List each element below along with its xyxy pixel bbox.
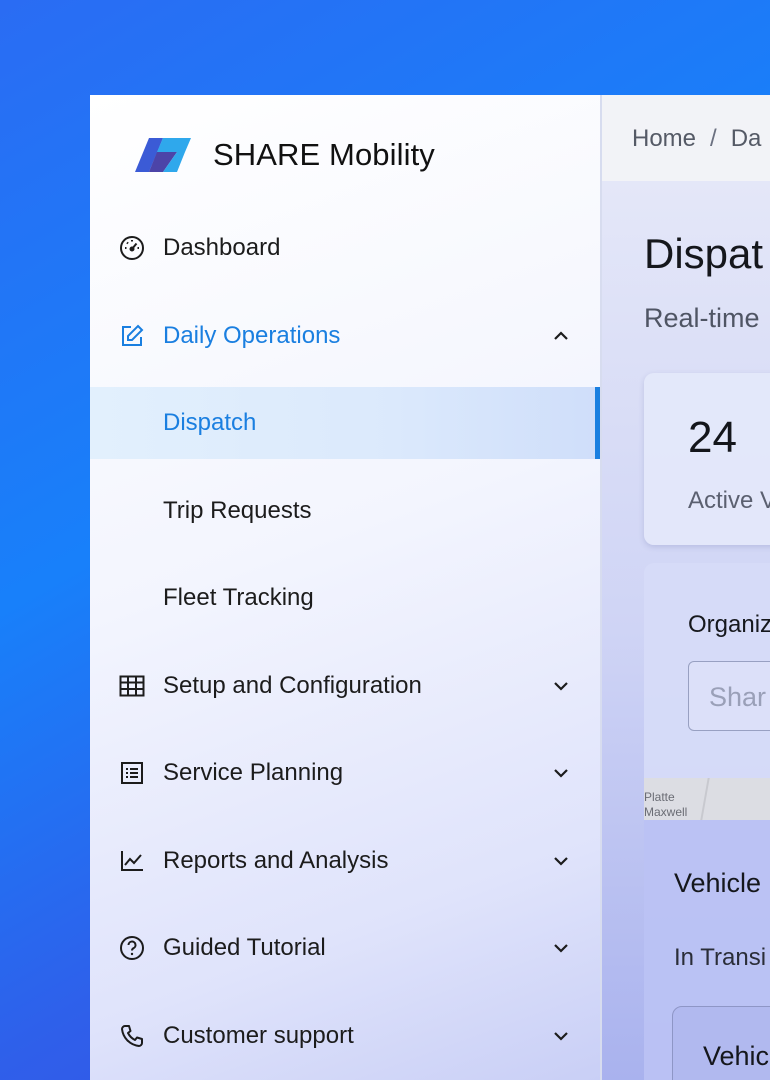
sidebar-item-trip-requests[interactable]: Trip Requests	[90, 475, 600, 547]
sidebar-item-dispatch[interactable]: Dispatch	[90, 387, 600, 459]
chevron-down-icon[interactable]	[550, 937, 572, 959]
sidebar-item-label: Daily Operations	[163, 322, 341, 349]
sidebar-item-label: Trip Requests	[163, 497, 312, 524]
chevron-down-icon[interactable]	[550, 762, 572, 784]
breadcrumb: Home / Da	[632, 125, 761, 153]
page-title: Dispat	[644, 230, 764, 277]
map-road	[700, 778, 710, 820]
sidebar-item-setup-configuration[interactable]: Setup and Configuration	[90, 650, 600, 722]
chevron-up-icon[interactable]	[550, 325, 572, 347]
sidebar-item-fleet-tracking[interactable]: Fleet Tracking	[90, 562, 600, 634]
dashboard-gauge-icon	[118, 234, 146, 262]
sidebar-item-label: Dashboard	[163, 234, 281, 261]
vehicle-card[interactable]: Vehic	[672, 1006, 770, 1080]
sidebar-item-daily-operations[interactable]: Daily Operations	[90, 300, 600, 372]
organization-label: Organiz	[688, 611, 770, 638]
sidebar-item-label: Customer support	[163, 1022, 354, 1049]
stat-card-active-vehicles: 24 Active V	[644, 373, 770, 545]
brand[interactable]: SHARE Mobility	[135, 135, 435, 175]
sidebar-item-reports-analysis[interactable]: Reports and Analysis	[90, 825, 600, 897]
sidebar-item-customer-support[interactable]: Customer support	[90, 1000, 600, 1072]
sidebar: SHARE Mobility Dashboard Daily Operation…	[90, 95, 602, 1080]
breadcrumb-home[interactable]: Home	[632, 125, 696, 152]
sidebar-item-label: Guided Tutorial	[163, 934, 326, 961]
table-grid-icon	[118, 672, 146, 700]
sidebar-item-guided-tutorial[interactable]: Guided Tutorial	[90, 912, 600, 984]
sidebar-item-label: Dispatch	[163, 409, 257, 436]
map-view[interactable]: Platte Maxwell	[644, 778, 770, 820]
map-place-label: Maxwell	[644, 805, 688, 819]
vehicles-title: Vehicle	[674, 868, 762, 898]
help-circle-icon	[118, 934, 146, 962]
map-place-label: Platte	[644, 790, 675, 804]
organization-select[interactable]: Shar	[688, 661, 770, 731]
phone-icon	[118, 1022, 146, 1050]
brand-name: SHARE Mobility	[213, 137, 435, 172]
sidebar-item-dashboard[interactable]: Dashboard	[90, 212, 600, 284]
sidebar-item-label: Reports and Analysis	[163, 847, 389, 874]
app-window: SHARE Mobility Dashboard Daily Operation…	[90, 95, 770, 1080]
vehicles-status-tab[interactable]: In Transi	[674, 944, 766, 972]
organization-select-value: Shar	[709, 682, 767, 712]
chevron-down-icon[interactable]	[550, 850, 572, 872]
sidebar-item-service-planning[interactable]: Service Planning	[90, 737, 600, 809]
sidebar-item-label: Service Planning	[163, 759, 344, 786]
stat-value: 24	[688, 413, 737, 462]
list-alt-icon	[118, 759, 146, 787]
vehicles-panel: Vehicle In Transi Vehic	[644, 820, 770, 1080]
sidebar-item-label: Fleet Tracking	[163, 584, 314, 611]
chevron-down-icon[interactable]	[550, 675, 572, 697]
breadcrumb-current[interactable]: Da	[731, 125, 762, 152]
share-logo-icon	[135, 138, 191, 172]
edit-square-icon	[118, 322, 146, 350]
vehicle-card-title: Vehic	[703, 1041, 770, 1071]
chevron-down-icon[interactable]	[550, 1025, 572, 1047]
filter-card: Organiz Shar	[644, 563, 770, 778]
page-subtitle: Real-time	[644, 303, 760, 333]
top-bar: Home / Da	[602, 95, 770, 182]
breadcrumb-separator: /	[710, 125, 717, 152]
stat-label: Active V	[688, 487, 770, 514]
line-chart-icon	[118, 847, 146, 875]
sidebar-item-label: Setup and Configuration	[163, 672, 422, 699]
